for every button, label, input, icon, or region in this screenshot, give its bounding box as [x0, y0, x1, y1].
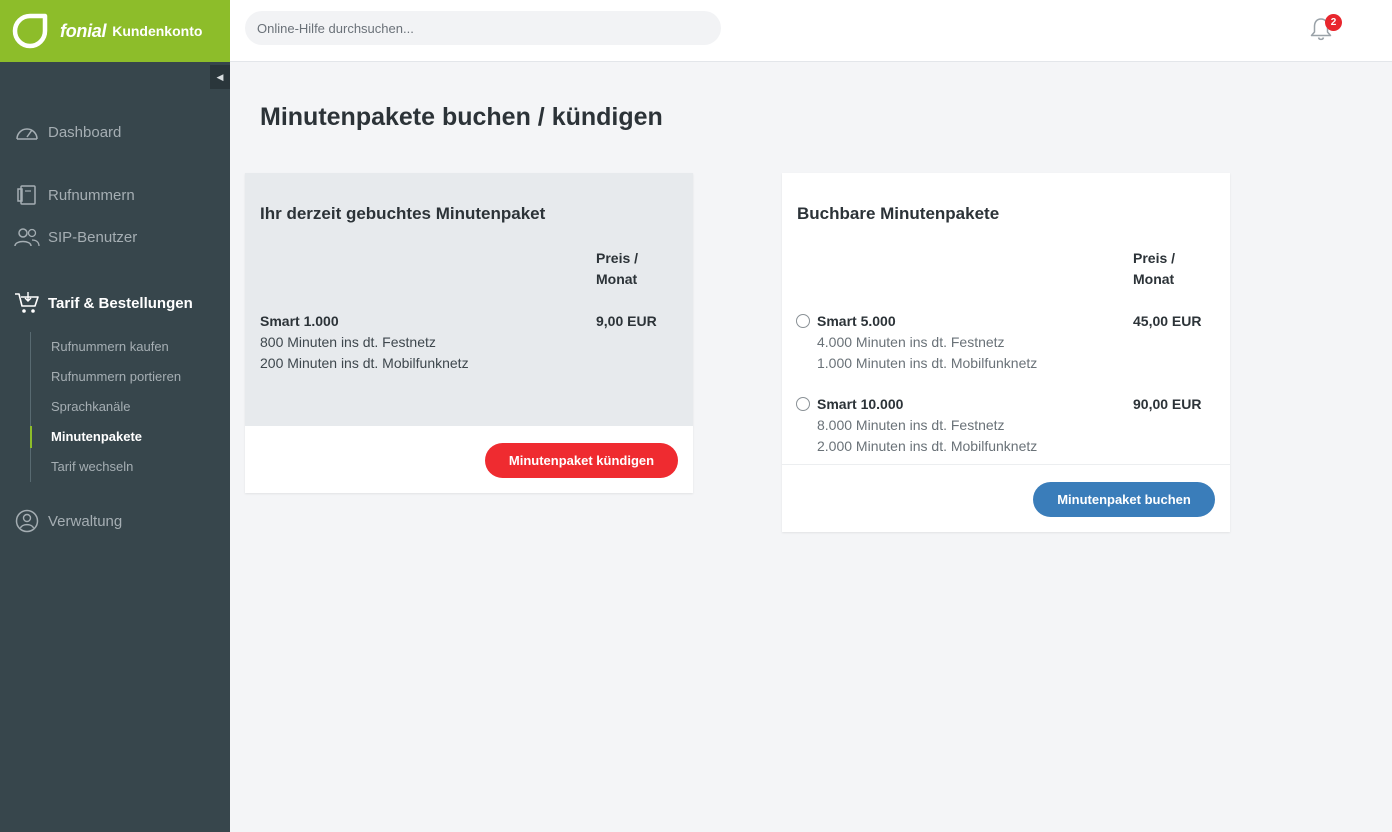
sidebar-item-label: Tarif & Bestellungen	[48, 294, 193, 312]
sidebar-item-dashboard[interactable]: Dashboard	[14, 121, 121, 143]
speedometer-icon	[14, 121, 40, 143]
current-package-line: 800 Minuten ins dt. Festnetz	[260, 334, 436, 350]
help-search-input[interactable]	[245, 11, 721, 45]
users-icon	[14, 226, 40, 248]
sidebar-item-label: Dashboard	[48, 123, 122, 141]
package-radio-smart-10000[interactable]	[796, 397, 810, 411]
sidebar-subnav: Rufnummern kaufen Rufnummern portieren S…	[30, 332, 220, 482]
subnav-item-tarif-wechseln[interactable]: Tarif wechseln	[31, 452, 220, 482]
current-package-card: Ihr derzeit gebuchtes Minutenpaket Preis…	[245, 173, 693, 493]
sidebar-item-label: Rufnummern	[48, 186, 135, 204]
price-header: Preis / Monat	[1133, 250, 1176, 287]
package-line: 2.000 Minuten ins dt. Mobilfunknetz	[817, 438, 1038, 454]
current-package-name: Smart 1.000	[260, 313, 339, 329]
brand-subtitle: Kundenkonto	[112, 23, 203, 39]
bookable-packages-title: Buchbare Minutenpakete	[797, 204, 1000, 223]
sidebar-item-sip-benutzer[interactable]: SIP-Benutzer	[14, 226, 137, 248]
package-price: 45,00 EUR	[1133, 313, 1202, 329]
notification-count-badge[interactable]: 2	[1325, 14, 1342, 31]
fonial-logo-icon	[12, 13, 48, 49]
phone-book-icon	[14, 184, 40, 206]
subnav-item-rufnummern-portieren[interactable]: Rufnummern portieren	[31, 362, 220, 392]
card-divider	[782, 464, 1230, 465]
cancel-package-button[interactable]: Minutenpaket kündigen	[485, 443, 678, 478]
sidebar-item-tarif-bestellungen[interactable]: Tarif & Bestellungen	[14, 292, 193, 314]
package-radio-smart-5000[interactable]	[796, 314, 810, 328]
package-name[interactable]: Smart 5.000	[817, 313, 896, 329]
sidebar-item-label: Verwaltung	[48, 512, 123, 530]
package-line: 4.000 Minuten ins dt. Festnetz	[817, 334, 1005, 350]
sidebar-collapse-button[interactable]: ◀	[210, 65, 230, 89]
price-header: Preis / Monat	[596, 250, 639, 287]
top-bar: 2	[230, 0, 1392, 62]
current-package-price: 9,00 EUR	[596, 313, 657, 329]
cart-icon	[14, 292, 40, 314]
current-package-title: Ihr derzeit gebuchtes Minutenpaket	[260, 204, 546, 223]
current-package-line: 200 Minuten ins dt. Mobilfunknetz	[260, 355, 469, 371]
bookable-packages-card: Buchbare Minutenpakete Preis / Monat Sma…	[782, 173, 1230, 532]
subnav-item-sprachkanaele[interactable]: Sprachkanäle	[31, 392, 220, 422]
package-line: 8.000 Minuten ins dt. Festnetz	[817, 417, 1005, 433]
subnav-item-minutenpakete[interactable]: Minutenpakete	[30, 422, 220, 452]
package-price: 90,00 EUR	[1133, 396, 1202, 412]
collapse-arrow-icon: ◀	[216, 71, 224, 82]
page-title: Minutenpakete buchen / kündigen	[260, 103, 663, 131]
user-circle-icon	[14, 509, 40, 533]
brand-name: fonial	[60, 20, 107, 41]
book-package-button[interactable]: Minutenpaket buchen	[1033, 482, 1215, 517]
sidebar-item-label: SIP-Benutzer	[48, 228, 138, 246]
package-line: 1.000 Minuten ins dt. Mobilfunknetz	[817, 355, 1038, 371]
sidebar-item-verwaltung[interactable]: Verwaltung	[14, 509, 123, 533]
package-name[interactable]: Smart 10.000	[817, 396, 903, 412]
sidebar-item-rufnummern[interactable]: Rufnummern	[14, 184, 135, 206]
brand-header[interactable]: fonial Kundenkonto	[0, 0, 230, 62]
sidebar: ◀ Dashboard Rufnummern SIP-Benutzer Tari…	[0, 62, 230, 832]
subnav-item-rufnummern-kaufen[interactable]: Rufnummern kaufen	[31, 332, 220, 362]
